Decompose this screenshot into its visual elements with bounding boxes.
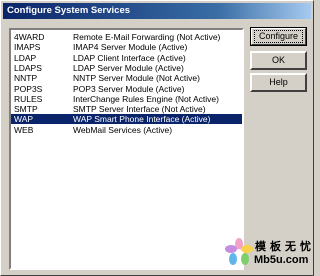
service-description: Remote E-Mail Forwarding (Not Active) — [73, 32, 221, 42]
services-list[interactable]: 4WARD Remote E-Mail Forwarding (Not Activ… — [9, 28, 244, 270]
watermark-cn: 模板无忧 — [255, 241, 315, 253]
list-item[interactable]: NNTP NNTP Server Module (Not Active) — [11, 73, 242, 83]
service-code: LDAPS — [14, 62, 42, 73]
service-description: WAP Smart Phone Interface (Active) — [73, 114, 211, 125]
help-button[interactable]: Help — [250, 73, 307, 92]
service-description: LDAP Client Interface (Active) — [73, 52, 186, 63]
service-code: SMTP — [14, 104, 38, 115]
service-description: SMTP Server Interface (Not Active) — [73, 104, 206, 115]
list-item[interactable]: RULES InterChange Rules Engine (Not Activ… — [11, 94, 242, 104]
list-item[interactable]: WEB WebMail Services (Active) — [11, 125, 242, 135]
configure-button[interactable]: Configure — [250, 27, 307, 46]
configure-services-dialog: Configure System Services 4WARD Remote E-… — [0, 0, 314, 276]
service-description: LDAP Server Module (Active) — [73, 62, 184, 73]
service-description: InterChange Rules Engine (Not Active) — [73, 93, 219, 104]
list-item[interactable]: LDAP LDAP Client Interface (Active) — [11, 53, 242, 63]
service-code: POP3S — [14, 83, 43, 94]
ok-button-label: OK — [271, 55, 285, 65]
list-item[interactable]: WAP WAP Smart Phone Interface (Active) — [11, 114, 242, 125]
service-description: POP3 Server Module (Active) — [73, 83, 185, 94]
service-code: 4WARD — [14, 32, 45, 42]
flower-logo-icon — [225, 238, 253, 265]
service-code: NNTP — [14, 73, 38, 84]
list-item[interactable]: IMAPS IMAP4 Server Module (Active) — [11, 42, 242, 52]
watermark-logo: 模板无忧 Mb5u.com — [224, 237, 311, 271]
service-code: RULES — [14, 93, 43, 104]
list-item[interactable]: POP3S POP3 Server Module (Active) — [11, 84, 242, 94]
focus-rect — [254, 30, 303, 43]
dialog-title: Configure System Services — [3, 3, 311, 19]
watermark-en: Mb5u.com — [254, 254, 309, 266]
list-item[interactable]: SMTP SMTP Server Interface (Not Active) — [11, 104, 242, 114]
service-description: WebMail Services (Active) — [73, 124, 173, 135]
service-description: IMAP4 Server Module (Active) — [73, 42, 188, 53]
service-code: WEB — [14, 124, 34, 135]
list-item[interactable]: 4WARD Remote E-Mail Forwarding (Not Activ… — [11, 32, 242, 42]
service-code: LDAP — [14, 52, 37, 63]
service-description: NNTP Server Module (Not Active) — [73, 73, 200, 84]
service-code: IMAPS — [14, 42, 41, 53]
service-code: WAP — [14, 114, 34, 125]
help-button-label: Help — [269, 77, 288, 87]
list-item[interactable]: LDAPS LDAP Server Module (Active) — [11, 63, 242, 73]
ok-button[interactable]: OK — [250, 51, 307, 70]
